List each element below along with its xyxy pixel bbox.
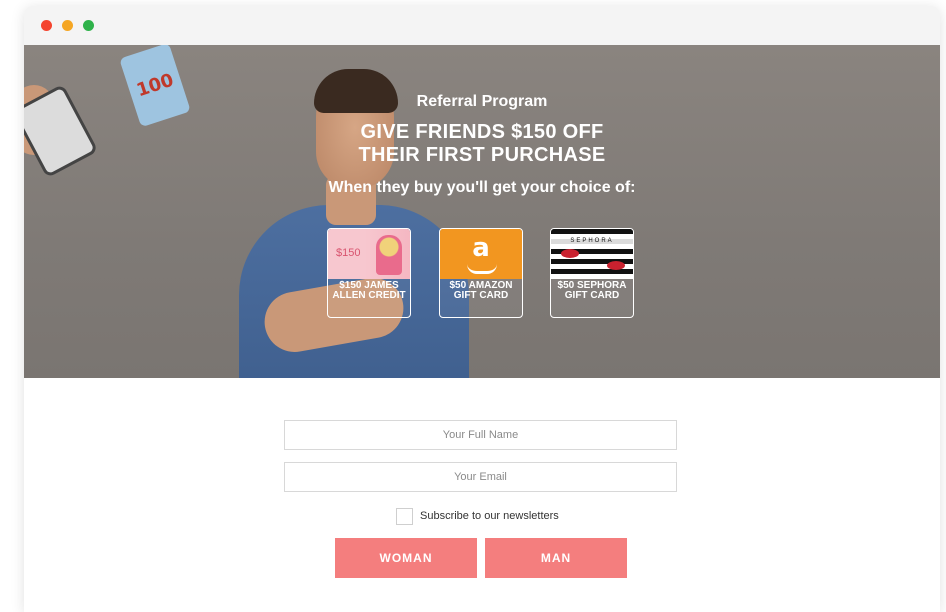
newsletter-label: Subscribe to our newsletters	[420, 510, 559, 522]
email-input[interactable]	[284, 462, 677, 492]
close-window-button[interactable]	[41, 20, 52, 31]
reward-card-label: $50 AMAZON GIFT CARD	[449, 280, 513, 301]
sephora-brand-text: SEPHORA	[551, 238, 633, 244]
browser-window: 100 Referral Program GIVE FRIENDS $150 O…	[24, 6, 940, 612]
hero-headline: GIVE FRIENDS $150 OFF THEIR FIRST PURCHA…	[24, 121, 940, 167]
newsletter-checkbox[interactable]	[396, 507, 413, 525]
sticker-image: 100	[119, 45, 191, 128]
man-button[interactable]: MAN	[485, 538, 627, 578]
reward-card-james-allen[interactable]: $150 $150 JAMES ALLEN CREDIT	[327, 228, 411, 318]
amazon-smile-icon	[467, 264, 497, 274]
headline-line-2: THEIR FIRST PURCHASE	[358, 144, 606, 166]
reward-card-label: $50 SEPHORA GIFT CARD	[557, 280, 627, 301]
reward-card-label: $150 JAMES ALLEN CREDIT	[332, 280, 406, 301]
maximize-window-button[interactable]	[83, 20, 94, 31]
model-image	[376, 235, 402, 275]
reward-card-sephora[interactable]: SEPHORA $50 SEPHORA GIFT CARD	[550, 228, 634, 318]
amazon-a-glyph: a	[472, 233, 490, 263]
minimize-window-button[interactable]	[62, 20, 73, 31]
sephora-card-image: SEPHORA	[551, 229, 633, 279]
headline-line-1: GIVE FRIENDS $150 OFF	[360, 121, 604, 143]
reward-card-amazon[interactable]: a $50 AMAZON GIFT CARD	[439, 228, 523, 318]
james-allen-amount: $150	[336, 247, 361, 259]
lips-icon	[561, 249, 579, 258]
woman-button[interactable]: WOMAN	[335, 538, 477, 578]
hero-subheadline: When they buy you'll get your choice of:	[328, 179, 636, 196]
amazon-logo-icon: a	[440, 229, 522, 279]
window-title-bar	[24, 6, 940, 45]
newsletter-option[interactable]: Subscribe to our newsletters	[396, 506, 559, 526]
referral-program-title: Referral Program	[416, 93, 548, 110]
full-name-input[interactable]	[284, 420, 677, 450]
lips-icon	[607, 261, 625, 270]
hero-banner: 100 Referral Program GIVE FRIENDS $150 O…	[24, 45, 940, 378]
signup-form: Subscribe to our newsletters WOMAN MAN	[24, 378, 940, 612]
james-allen-card-image: $150	[328, 229, 410, 279]
